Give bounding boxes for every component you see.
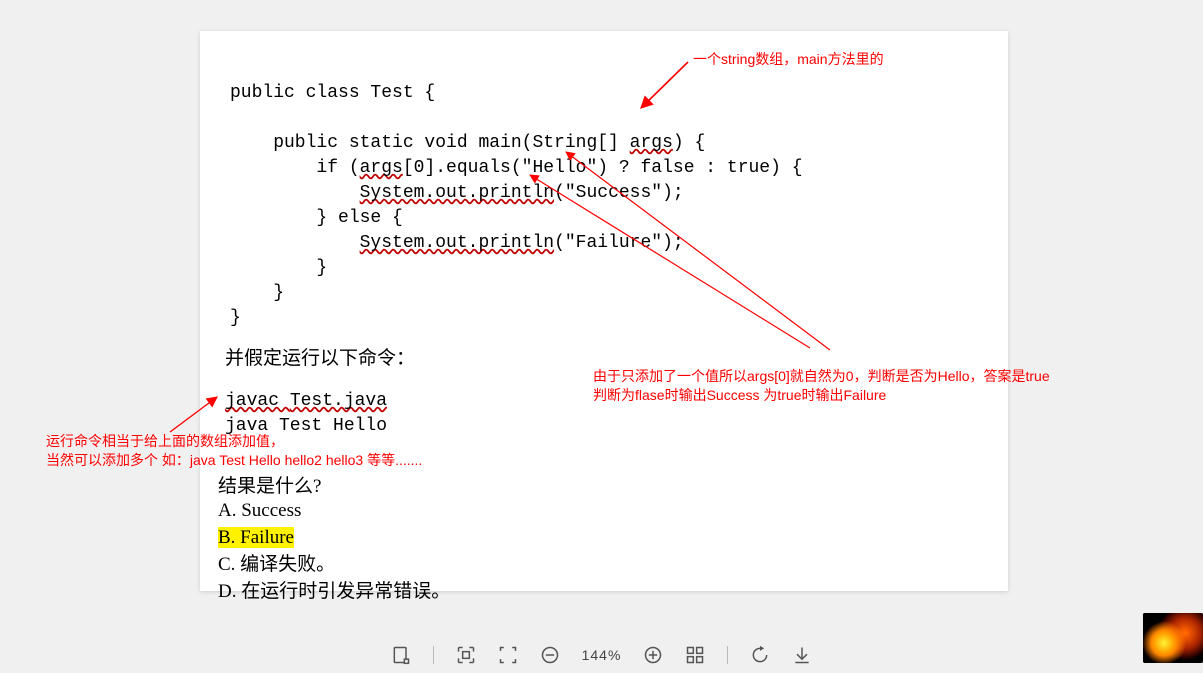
code-l4b: System.out.println: [360, 183, 554, 203]
result-question: 结果是什么?: [218, 471, 321, 498]
annotation-left-l2: 当然可以添加多个 如：java Test Hello hello2 hello3…: [46, 451, 422, 470]
option-b-highlight: B. Failure: [218, 527, 294, 548]
zoom-level[interactable]: 144%: [582, 647, 622, 663]
zoom-out-icon[interactable]: [540, 645, 560, 665]
code-l6c: ("Failure");: [554, 233, 684, 253]
zoom-in-icon[interactable]: [643, 645, 663, 665]
code-l8: }: [230, 283, 284, 303]
assume-text: 并假定运行以下命令：: [225, 343, 415, 370]
code-l4c: ("Success");: [554, 183, 684, 203]
fit-width-icon[interactable]: [456, 645, 476, 665]
code-l2c: ) {: [673, 133, 705, 153]
toolbar-separator: [727, 646, 728, 664]
code-l4a: [230, 183, 360, 203]
annotation-top-right: 一个string数组，main方法里的: [693, 50, 884, 69]
annotation-left-l1: 运行命令相当于给上面的数组添加值，: [46, 432, 284, 451]
thumbnail-preview[interactable]: [1143, 613, 1203, 663]
option-c: C. 编译失败。: [218, 551, 450, 578]
viewer-toolbar: 144%: [0, 637, 1203, 673]
grid-view-icon[interactable]: [685, 645, 705, 665]
rotate-icon[interactable]: [750, 645, 770, 665]
code-l9: }: [230, 308, 241, 328]
code-l5: } else {: [230, 208, 403, 228]
download-icon[interactable]: [792, 645, 812, 665]
fit-page-icon[interactable]: [498, 645, 518, 665]
code-l7: }: [230, 258, 327, 278]
code-block: public class Test { public static void m…: [230, 56, 803, 331]
page-view-icon[interactable]: [391, 645, 411, 665]
document-page: public class Test { public static void m…: [200, 31, 1008, 591]
code-l3a: if (: [230, 158, 360, 178]
options-block: A. Success B. Failure C. 编译失败。 D. 在运行时引发…: [218, 497, 450, 605]
code-l3c: [0].equals("Hello") ? false : true) {: [403, 158, 803, 178]
option-b: B. Failure: [218, 524, 450, 551]
code-l2b: args: [630, 133, 673, 153]
option-d: D. 在运行时引发异常错误。: [218, 578, 450, 605]
code-l6a: [230, 233, 360, 253]
thumbnail-image: [1143, 613, 1203, 663]
annotation-right-l1: 由于只添加了一个值所以args[0]就自然为0，判断是否为Hello，答案是tr…: [593, 367, 1050, 386]
toolbar-separator: [433, 646, 434, 664]
code-l6b: System.out.println: [360, 233, 554, 253]
code-l3b: args: [360, 158, 403, 178]
code-l1: public class Test {: [230, 83, 435, 103]
option-a: A. Success: [218, 497, 450, 524]
annotation-right-l2: 判断为flase时输出Success 为true时输出Failure: [593, 386, 886, 405]
cmd1b: Test.java: [290, 391, 387, 411]
code-l2a: public static void main(String[]: [230, 133, 630, 153]
cmd1a: javac: [225, 391, 290, 411]
